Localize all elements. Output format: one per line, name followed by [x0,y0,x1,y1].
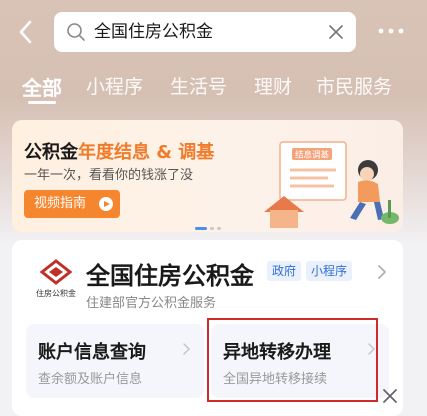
close-icon[interactable] [380,386,400,406]
promo-banner[interactable]: 公积金年度结息 & 调基 一年一次，看看你的钱涨了没 视频指南 结息调基 [12,120,403,232]
more-options-icon[interactable] [376,26,406,36]
video-guide-label: 视频指南 [34,196,87,211]
banner-title-part1: 公积金 [24,142,78,163]
illustration-board-text: 结息调基 [295,150,330,161]
video-guide-button[interactable]: 视频指南 [24,190,120,218]
banner-title: 公积金年度结息 & 调基 [24,138,214,164]
housing-fund-logo: 住房公积金 [30,258,82,304]
search-input[interactable]: 全国住房公积金 [94,21,213,43]
play-icon [99,197,113,211]
chevron-right-icon[interactable] [376,264,388,280]
tag-government: 政府 [267,261,302,281]
service-title: 账户信息查询 [38,342,146,363]
active-tab-indicator [28,101,56,104]
category-tabs: 全部 小程序 生活号 理财 市民服务 [0,66,427,106]
banner-illustration: 结息调基 [264,141,399,228]
back-arrow-icon[interactable] [12,16,40,48]
banner-subtitle: 一年一次，看看你的钱涨了没 [24,168,194,183]
search-icon [67,23,85,41]
tab-citizen-services[interactable]: 市民服务 [316,72,392,99]
result-description: 住建部官方公积金服务 [86,296,217,311]
result-title[interactable]: 全国住房公积金 [86,256,254,291]
highlight-box [207,318,378,402]
logo-caption: 住房公积金 [36,289,76,298]
carousel-indicator [195,227,225,231]
chevron-right-icon [183,343,191,355]
service-subtitle: 查余额及账户信息 [38,372,143,387]
search-bar[interactable]: 全国住房公积金 [54,12,356,52]
tag-mini-program: 小程序 [306,261,353,281]
tab-mini-programs[interactable]: 小程序 [86,72,143,99]
tab-life-accounts[interactable]: 生活号 [170,72,227,99]
tab-all[interactable]: 全部 [22,72,62,101]
service-account-query[interactable]: 账户信息查询 查余额及账户信息 [26,324,204,398]
clear-icon[interactable] [328,24,344,40]
banner-title-part2: 年度结息 & 调基 [78,142,215,163]
tab-finance[interactable]: 理财 [254,72,292,99]
